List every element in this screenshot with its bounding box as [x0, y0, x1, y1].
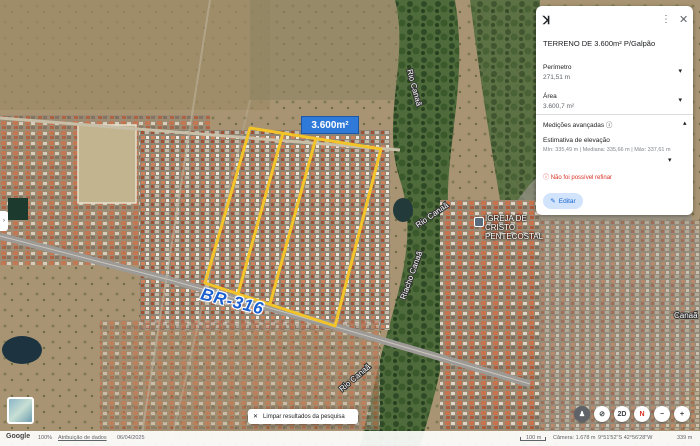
- imagery-date: 06/04/2025: [117, 435, 145, 441]
- collapse-sidebar-button[interactable]: ›: [0, 211, 8, 231]
- no-view-icon[interactable]: ⊘: [594, 406, 610, 422]
- advanced-measurements-toggle[interactable]: Medições avançadas ⓘ: [543, 119, 612, 129]
- info-icon[interactable]: ⓘ: [606, 122, 613, 129]
- ground-elevation: 339 m: [677, 435, 693, 441]
- elevation-value: Mín: 335,49 m | Mediana: 335,66 m | Máx:…: [543, 147, 671, 153]
- panel-header: ꓘ ⋮ ✕: [543, 14, 688, 28]
- clear-search-results-button[interactable]: ✕ Limpar resultados da pesquisa: [248, 409, 358, 424]
- edit-label: Editar: [558, 197, 576, 205]
- chevron-down-icon[interactable]: ▾: [678, 96, 682, 104]
- perimeter-field[interactable]: Perímetro 271,51 m ▾: [543, 64, 686, 81]
- close-icon: ✕: [253, 414, 259, 420]
- perimeter-value: 271,51 m: [543, 74, 571, 81]
- error-icon: ⓘ: [543, 175, 550, 181]
- chevron-down-icon[interactable]: ▾: [678, 67, 682, 75]
- pegman-icon[interactable]: ♟: [574, 406, 590, 422]
- pencil-icon: ✎: [550, 198, 556, 205]
- edit-button[interactable]: ✎ Editar: [543, 193, 583, 209]
- warning-text: Não foi possível refinar: [550, 175, 613, 181]
- clear-results-label: Limpar resultados da pesquisa: [263, 413, 345, 420]
- chevron-up-icon[interactable]: ▴: [683, 119, 687, 127]
- zoom-out-button[interactable]: −: [654, 406, 670, 422]
- measure-panel: ꓘ ⋮ ✕ TERRENO DE 3.600m² P/Galpão Períme…: [536, 6, 693, 215]
- close-icon[interactable]: ✕: [679, 13, 688, 26]
- area-label: Área: [543, 93, 557, 100]
- church-icon[interactable]: [474, 217, 484, 227]
- perimeter-label: Perímetro: [543, 64, 572, 71]
- zoom-in-button[interactable]: +: [674, 406, 690, 422]
- more-menu-icon[interactable]: ⋮: [661, 14, 671, 25]
- chevron-down-icon[interactable]: ▾: [668, 156, 672, 164]
- divider: [536, 114, 693, 115]
- view-mode-button[interactable]: 2D: [614, 406, 630, 422]
- zoom-level: 100%: [38, 435, 53, 441]
- area-tag[interactable]: 3.600m²: [301, 116, 359, 134]
- measure-logo-icon: ꓘ: [543, 15, 551, 27]
- area-field[interactable]: Área 3.600,7 m² ▾: [543, 93, 686, 110]
- elevation-estimate: Estimativa de elevação Mín: 335,49 m | M…: [543, 137, 673, 154]
- status-bar: Google 100% Atribuição de dados 06/04/20…: [0, 431, 700, 446]
- elevation-label: Estimativa de elevação: [543, 137, 610, 144]
- compass-button[interactable]: N: [634, 406, 650, 422]
- street-label-right: Canaã: [674, 311, 698, 320]
- advanced-label: Medições avançadas: [543, 122, 605, 129]
- layers-button[interactable]: [7, 397, 34, 424]
- area-value: 3.600,7 m²: [543, 103, 575, 110]
- camera-altitude: Câmera: 1.678 m: [553, 435, 596, 441]
- scale-bar: [520, 437, 546, 441]
- poi-label[interactable]: IGREJA DE CRISTO PENTECOSTAL: [485, 214, 555, 241]
- coordinates: 9°51'52"S 42°56'28"W: [598, 435, 653, 441]
- sports-field: [77, 124, 137, 204]
- google-logo: Google: [6, 433, 31, 440]
- refine-warning: ⓘ Não foi possível refinar: [543, 172, 612, 181]
- data-attribution-link[interactable]: Atribuição de dados: [58, 435, 107, 441]
- panel-title: TERRENO DE 3.600m² P/Galpão: [543, 39, 656, 48]
